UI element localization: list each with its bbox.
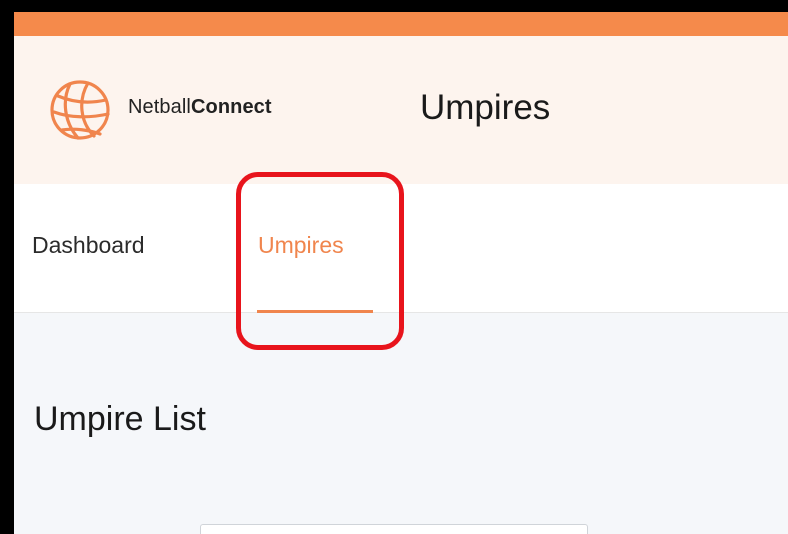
search-input[interactable] (200, 524, 588, 534)
brand-name-bold: Connect (190, 96, 272, 118)
active-tab-indicator (257, 310, 373, 313)
app-window: NetballConnect Umpires Dashboard Umpires… (14, 12, 788, 534)
brand-name[interactable]: NetballConnect (128, 96, 272, 119)
netball-icon[interactable] (48, 78, 112, 142)
page-title: Umpires (420, 88, 551, 127)
tab-dashboard[interactable]: Dashboard (32, 232, 145, 259)
top-nav: Dashboard Umpires (14, 184, 788, 313)
accent-bar (14, 12, 788, 36)
tab-umpires[interactable]: Umpires (258, 232, 344, 259)
app-header: NetballConnect Umpires (14, 36, 788, 185)
section-title: Umpire List (34, 400, 206, 438)
brand-name-light: Netball (128, 96, 191, 118)
